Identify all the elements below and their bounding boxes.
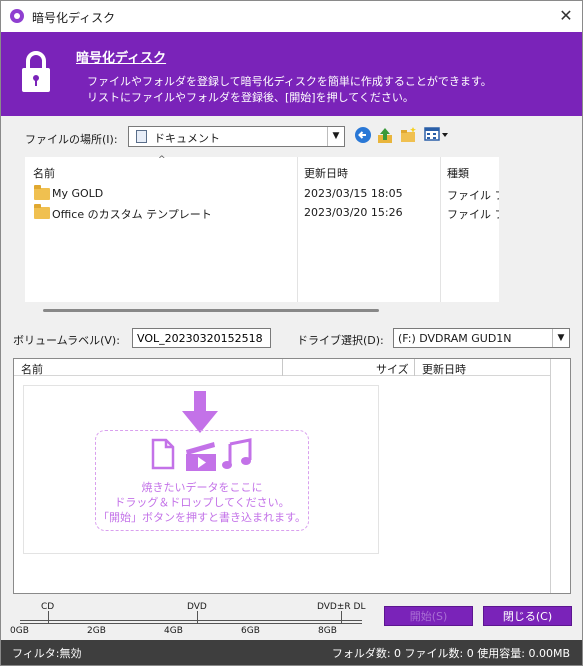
capacity-scale-8: 8GB [318, 626, 337, 636]
drop-hint-line2: ドラッグ＆ドロップしてください。 [114, 496, 290, 509]
capacity-bar [20, 620, 362, 624]
file-name: My GOLD [52, 187, 104, 200]
column-divider [282, 359, 283, 376]
status-bar: フィルタ:無効 フォルダ数: 0 ファイル数: 0 使用容量: 0.00MB [1, 640, 582, 665]
file-row[interactable]: My GOLD 2023/03/15 18:05 ファイル フォ [25, 185, 499, 203]
capacity-tick-dvd [197, 611, 198, 624]
arrow-down-icon [182, 391, 218, 433]
write-col-size[interactable]: サイズ [376, 361, 409, 377]
app-icon [10, 9, 24, 23]
write-list-scroll-divider [550, 359, 551, 593]
up-folder-icon[interactable] [376, 126, 394, 144]
column-divider [414, 359, 415, 376]
folder-icon [34, 185, 50, 200]
file-date: 2023/03/20 15:26 [304, 206, 403, 219]
usage-status: フォルダ数: 0 ファイル数: 0 使用容量: 0.00MB [331, 647, 570, 660]
back-icon[interactable] [354, 126, 372, 144]
capacity-scale-6: 6GB [241, 626, 260, 636]
location-select[interactable]: ドキュメント ▼ [128, 126, 345, 147]
write-col-name[interactable]: 名前 [21, 361, 43, 377]
documents-icon [136, 130, 147, 143]
new-folder-icon[interactable] [400, 126, 418, 144]
window-title: 暗号化ディスク [32, 11, 116, 25]
capacity-label-dvd-dl: DVD±R DL [317, 602, 366, 612]
banner-description-line2: リストにファイルやフォルダを登録後、[開始]を押してください。 [87, 91, 414, 104]
write-list[interactable]: 名前 サイズ 更新日時 焼きたいデータをここに ドラッグ＆ドロップしてください。… [13, 358, 571, 594]
drive-select[interactable]: (F:) DVDRAM GUD1N ▼ [393, 328, 570, 348]
location-label: ファイルの場所(I): [25, 133, 118, 146]
chevron-down-icon[interactable]: ▼ [552, 329, 569, 347]
drop-zone[interactable]: 焼きたいデータをここに ドラッグ＆ドロップしてください。 「開始」ボタンを押すと… [23, 385, 379, 554]
encrypted-disk-window: 暗号化ディスク ✕ 暗号化ディスク ファイルやフォルダを登録して暗号化ディスクを… [0, 0, 583, 666]
column-divider [297, 157, 298, 302]
drop-hint-line3: 「開始」ボタンを押すと書き込まれます。 [98, 511, 306, 524]
browser-col-name[interactable]: 名前 [33, 165, 55, 181]
capacity-scale-4: 4GB [164, 626, 183, 636]
file-row[interactable]: Office のカスタム テンプレート 2023/03/20 15:26 ファイ… [25, 204, 499, 222]
header-banner: 暗号化ディスク ファイルやフォルダを登録して暗号化ディスクを簡単に作成することが… [1, 32, 582, 116]
capacity-label-dvd: DVD [187, 602, 207, 612]
horizontal-scrollbar[interactable] [43, 309, 379, 312]
browser-col-date[interactable]: 更新日時 [304, 165, 348, 181]
sort-ascending-icon: ^ [158, 155, 166, 165]
drop-hint-line1: 焼きたいデータをここに [141, 481, 263, 494]
volume-label-label: ボリュームラベル(V): [13, 334, 120, 347]
file-browser[interactable]: ^ 名前 更新日時 種類 My GOLD 2023/03/15 18:05 ファ… [25, 155, 499, 302]
folder-icon [34, 204, 50, 219]
chevron-down-icon[interactable]: ▼ [327, 127, 344, 146]
close-window-button[interactable]: ✕ [556, 6, 576, 26]
column-divider [440, 157, 441, 302]
browser-col-type[interactable]: 種類 [447, 165, 469, 181]
filter-status: フィルタ:無効 [12, 647, 82, 660]
capacity-tick-dvd-dl [341, 611, 342, 624]
capacity-scale-0: 0GB [10, 626, 29, 636]
drive-selected-value: (F:) DVDRAM GUD1N [398, 332, 512, 345]
capacity-scale-2: 2GB [87, 626, 106, 636]
write-list-header: 名前 サイズ 更新日時 [14, 359, 551, 376]
banner-title: 暗号化ディスク [76, 51, 167, 66]
file-name: Office のカスタム テンプレート [52, 208, 212, 221]
write-col-date[interactable]: 更新日時 [422, 361, 466, 377]
view-menu-icon[interactable] [424, 126, 450, 144]
location-selected-value: ドキュメント [154, 132, 220, 145]
file-date: 2023/03/15 18:05 [304, 187, 403, 200]
capacity-tick-cd [48, 611, 49, 624]
file-type: ファイル フォ [447, 208, 499, 221]
drive-select-label: ドライブ選択(D): [297, 334, 384, 347]
start-button[interactable]: 開始(S) [384, 606, 473, 626]
close-button[interactable]: 閉じる(C) [483, 606, 572, 626]
title-bar: 暗号化ディスク ✕ [1, 1, 582, 32]
banner-description-line1: ファイルやフォルダを登録して暗号化ディスクを簡単に作成することができます。 [87, 75, 492, 88]
file-type: ファイル フォ [447, 189, 499, 202]
volume-label-input[interactable] [132, 328, 271, 348]
capacity-label-cd: CD [41, 602, 55, 612]
lock-icon [22, 51, 50, 92]
